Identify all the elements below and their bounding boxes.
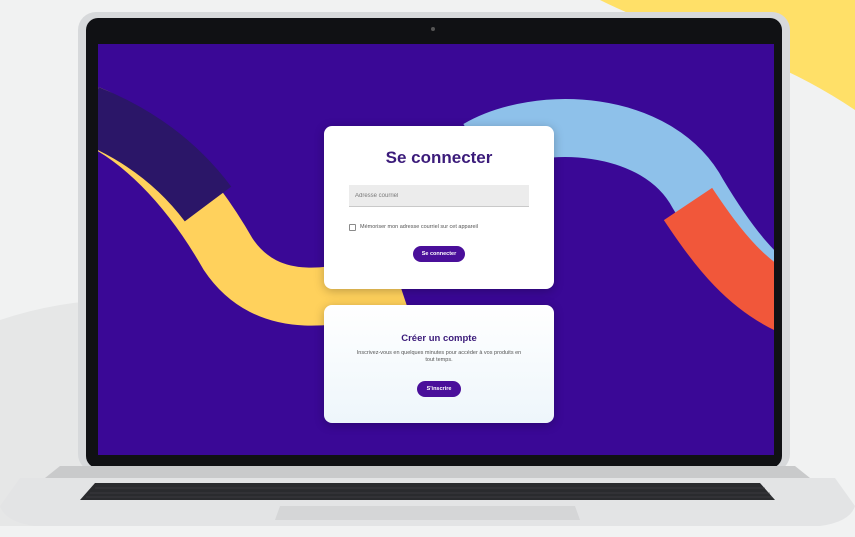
trackpad <box>275 506 580 520</box>
login-card: Se connecter Mémoriser mon adresse courr… <box>324 126 554 289</box>
login-button[interactable]: Se connecter <box>413 246 465 262</box>
keyboard <box>80 483 775 500</box>
signup-card: Créer un compte Inscrivez-vous en quelqu… <box>324 305 554 423</box>
browser-screen: Se connecter Mémoriser mon adresse courr… <box>98 44 774 455</box>
remember-label: Mémoriser mon adresse courriel sur cet a… <box>360 224 478 230</box>
laptop-scene: Se connecter Mémoriser mon adresse courr… <box>0 0 855 537</box>
signup-button[interactable]: S'inscrire <box>417 381 461 397</box>
email-input[interactable] <box>349 185 529 207</box>
login-title: Se connecter <box>385 148 493 167</box>
remember-checkbox[interactable] <box>349 223 356 231</box>
signup-title: Créer un compte <box>401 333 477 344</box>
laptop-hinge <box>45 466 810 478</box>
signup-description: Inscrivez-vous en quelques minutes pour … <box>356 350 522 363</box>
remember-row[interactable]: Mémoriser mon adresse courriel sur cet a… <box>349 222 478 232</box>
floor <box>0 526 855 537</box>
red-wave <box>663 187 774 330</box>
webcam-icon <box>431 27 435 31</box>
